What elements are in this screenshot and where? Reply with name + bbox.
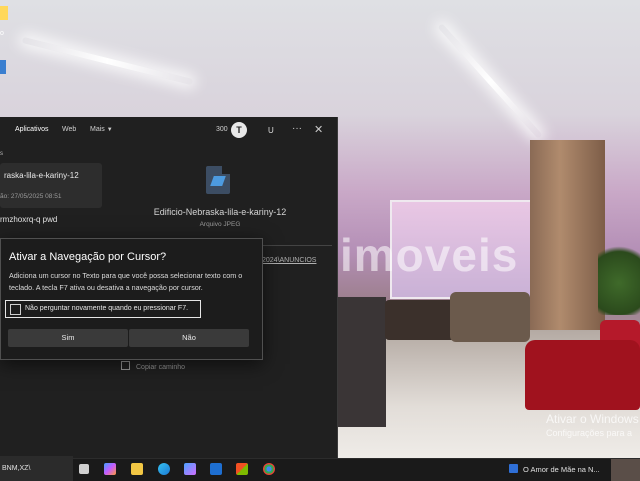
file-explorer-icon[interactable]: [131, 463, 143, 475]
chrome-icon[interactable]: [263, 463, 275, 475]
preview-divider: [262, 245, 332, 246]
result-item[interactable]: rmzhoxrq-q pwd: [0, 215, 57, 224]
room-armchair: [450, 292, 530, 342]
no-button[interactable]: Não: [129, 329, 249, 347]
chevron-down-icon: ▼: [106, 127, 113, 133]
tab-mais-label: Mais: [90, 126, 105, 133]
task-view-icon[interactable]: [79, 464, 89, 474]
checkbox-label[interactable]: Não perguntar novamente quando eu pressi…: [25, 305, 188, 312]
media-thumbnail[interactable]: [611, 459, 640, 481]
edge-icon[interactable]: [158, 463, 170, 475]
rewards-count[interactable]: 300: [216, 126, 228, 133]
close-icon[interactable]: ✕: [314, 123, 323, 136]
taskbar: BNM,XZ\ O Amor de Mãe na N...: [0, 456, 640, 481]
tab-mais[interactable]: Mais ▼: [90, 126, 113, 133]
copilot-icon[interactable]: [104, 463, 116, 475]
room-red-sofa: [525, 340, 640, 410]
yes-button[interactable]: Sim: [8, 329, 128, 347]
search-top-bar: Aplicativos Web Mais ▼ 300 T U ··· ✕: [0, 117, 337, 143]
activation-title: Ativar o Windows: [546, 412, 639, 426]
user-account-button[interactable]: U: [268, 126, 274, 135]
copy-path-action[interactable]: Copiar caminho: [121, 361, 185, 371]
preview-file-title: Edificio-Nebraska-lila-e-kariny-12: [153, 207, 287, 217]
desktop-folder-icon[interactable]: [0, 6, 8, 20]
image-file-mark: [210, 176, 226, 186]
dialog-message: Adiciona um cursor no Texto para que voc…: [9, 271, 243, 292]
copilot-app-icon[interactable]: [184, 463, 196, 475]
dont-ask-again-checkbox[interactable]: Não perguntar novamente quando eu pressi…: [5, 300, 201, 318]
windows-activation-notice: Ativar o Windows Configurações para a: [546, 412, 639, 438]
media-widget[interactable]: O Amor de Mãe na N...: [509, 464, 600, 474]
result-item-selected[interactable]: raska-lila-e-kariny-12 ão: 27/05/2025 08…: [0, 163, 102, 208]
room-cabinet: [336, 297, 386, 427]
desktop-icon-label[interactable]: o: [0, 30, 4, 37]
outlook-icon[interactable]: [210, 463, 222, 475]
store-icon[interactable]: [236, 463, 248, 475]
image-file-icon: [206, 166, 230, 194]
room-plant: [598, 235, 640, 315]
ceiling-light-strip: [21, 36, 194, 86]
taskbar-search-box[interactable]: BNM,XZ\: [0, 456, 73, 481]
tab-web[interactable]: Web: [62, 126, 76, 133]
preview-file-type: Arquivo JPEG: [199, 221, 241, 228]
preview-file-path-link[interactable]: 2024\ANUNCIOS: [262, 257, 316, 264]
rewards-avatar[interactable]: T: [231, 122, 247, 138]
dialog-title: Ativar a Navegação por Cursor?: [9, 251, 167, 263]
checkbox-box[interactable]: [10, 304, 21, 315]
photo-watermark: imoveis: [340, 229, 519, 281]
ceiling-light-strip: [437, 23, 543, 139]
copy-icon: [121, 361, 130, 370]
desktop-app-icon[interactable]: [0, 60, 6, 74]
more-options-icon[interactable]: ···: [292, 123, 302, 134]
result-item-date: ão: 27/05/2025 08:51: [0, 193, 62, 200]
activation-subtitle: Configurações para a: [546, 428, 633, 438]
video-icon: [509, 464, 518, 473]
media-title: O Amor de Mãe na N...: [523, 465, 600, 474]
tab-aplicativos[interactable]: Aplicativos: [15, 126, 48, 133]
result-item-name: raska-lila-e-kariny-12: [4, 171, 79, 180]
room-curtain: [530, 140, 605, 350]
copy-path-label: Copiar caminho: [136, 364, 186, 371]
section-marker: s: [0, 151, 3, 157]
caret-browsing-dialog: Ativar a Navegação por Cursor? Adiciona …: [0, 238, 263, 360]
